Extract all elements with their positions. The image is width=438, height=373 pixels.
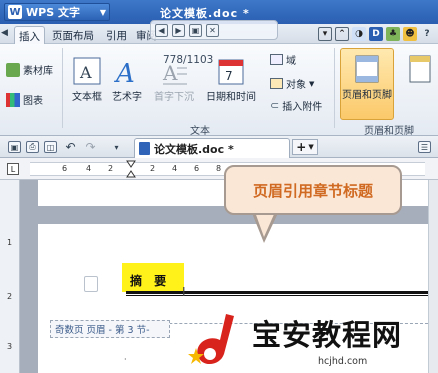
app-name: WPS 文字 — [26, 6, 80, 19]
page-icon — [409, 55, 431, 83]
new-tab-button[interactable]: + ▼ — [292, 139, 318, 155]
object-icon — [270, 78, 283, 89]
ruler-number: 6 — [194, 164, 200, 173]
preview-icon[interactable]: ◫ — [44, 141, 57, 153]
plant-icon[interactable]: ♣ — [386, 27, 400, 41]
ruler-number: 6 — [62, 164, 68, 173]
help-icon[interactable]: ? — [420, 27, 434, 41]
forward-icon[interactable]: ▶ — [172, 23, 185, 37]
art-text-button[interactable]: A 艺术字 — [112, 56, 142, 103]
app-menu-button[interactable]: W WPS 文字 ▼ — [4, 3, 110, 21]
floating-quick-toolbar: ◀ ▶ ▣ ✕ — [150, 20, 278, 40]
text-box-button[interactable]: A 文本框 — [72, 56, 102, 103]
vertical-ruler: 1 2 3 — [0, 180, 20, 373]
header-section-tag: 奇数页 页眉 - 第 3 节- — [50, 320, 170, 338]
d-icon[interactable]: D — [369, 27, 383, 41]
attachment-icon: ⊂ — [270, 99, 280, 112]
chart-button[interactable]: 图表 — [6, 92, 43, 107]
shape-icon[interactable]: ◑ — [352, 27, 366, 41]
group-label-header-footer: 页眉和页脚 — [364, 126, 414, 137]
back-icon[interactable]: ◀ — [155, 23, 168, 37]
chart-icon — [6, 92, 20, 107]
chevron-down-icon: ▼ — [99, 7, 106, 17]
save-icon[interactable]: ▣ — [189, 23, 202, 37]
document-icon — [139, 142, 150, 155]
watermark-logo-icon — [188, 314, 234, 365]
right-toolbar: ▾ ⌃ ◑ D ♣ ☻ ? — [318, 27, 434, 41]
tab-stop-selector[interactable]: L — [7, 163, 19, 175]
annotation-callout: 页眉引用章节标题 — [224, 165, 402, 215]
user-icon[interactable]: ☻ — [403, 27, 417, 41]
material-library-icon — [6, 62, 20, 77]
ribbon-separator — [62, 48, 63, 128]
undo-icon[interactable]: ↶ — [64, 140, 77, 154]
text-cursor-icon: I — [182, 285, 186, 299]
next-group-button[interactable] — [404, 54, 434, 84]
watermark-url: hcjhd.com — [318, 356, 368, 367]
header-footer-content: 页眉和页脚 — [340, 54, 394, 101]
window-title: 论文模板.doc * — [160, 7, 250, 20]
ruler-number: 4 — [172, 164, 178, 173]
field-icon — [270, 54, 283, 65]
insert-attachment-button[interactable]: ⊂ 插入附件 — [270, 98, 322, 113]
paragraph-dot: · — [124, 355, 127, 364]
ruler-number: 2 — [108, 164, 114, 173]
page-marker-icon — [84, 276, 98, 292]
field-button[interactable]: 域 — [270, 52, 296, 67]
ribbon-separator — [334, 48, 335, 128]
close-icon[interactable]: ✕ — [206, 23, 219, 37]
vertical-scrollbar[interactable] — [428, 180, 438, 373]
document-tab-label: 论文模板.doc * — [154, 142, 234, 156]
callout-tail-inner — [255, 212, 275, 237]
object-button[interactable]: 对象 ▼ — [270, 76, 314, 91]
chevron-down-icon: ▼ — [309, 79, 315, 88]
redo-icon[interactable]: ↷ — [84, 140, 97, 154]
header-rule-thin — [126, 295, 428, 296]
up-arrow-icon[interactable]: ⌃ — [335, 27, 349, 41]
quick-access-dropdown-icon[interactable]: ▾ — [110, 141, 123, 153]
vruler-number: 1 — [7, 238, 13, 247]
wps-logo-icon: W — [8, 5, 22, 19]
datetime-button[interactable]: 7 日期和时间 — [206, 56, 256, 103]
calendar-icon: 7 — [218, 59, 244, 85]
ruler-number: 2 — [150, 164, 156, 173]
chevron-down-icon: ▼ — [308, 143, 314, 151]
ruler-number: 8 — [216, 164, 222, 173]
header-footer-icon — [355, 55, 379, 83]
vruler-number: 2 — [7, 292, 13, 301]
material-library-button[interactable]: 素材库 — [6, 62, 53, 77]
ribbon-insert: 素材库 图表 A 文本框 A 艺术字 A 首字下沉 778/1103 7 日期和… — [0, 44, 438, 137]
svg-text:A: A — [114, 59, 135, 86]
ruler-number: 4 — [86, 164, 92, 173]
group-label-text: 文本 — [190, 126, 210, 137]
svg-text:A: A — [79, 63, 92, 82]
save-icon[interactable]: ▣ — [8, 141, 21, 153]
tab-reference[interactable]: 引用 — [102, 26, 131, 44]
vruler-number: 3 — [7, 342, 13, 351]
watermark-name: 宝安教程网 — [252, 318, 403, 352]
panel-icon[interactable]: ☰ — [418, 141, 431, 153]
document-tab-bar: ▣ ⎙ ◫ ↶ ↷ ▾ 论文模板.doc * + ▼ ☰ — [0, 136, 438, 158]
header-text[interactable]: 摘 要 — [130, 272, 170, 289]
art-text-icon: A — [114, 59, 135, 86]
text-box-icon: A — [73, 57, 101, 85]
indent-marker[interactable] — [126, 160, 136, 178]
header-rule — [126, 291, 428, 294]
tab-page-layout[interactable]: 页面布局 — [48, 26, 98, 44]
document-tab[interactable]: 论文模板.doc * — [134, 138, 290, 158]
scroll-left-icon[interactable]: ◀ — [1, 28, 8, 38]
svg-text:7: 7 — [225, 69, 233, 83]
tab-insert[interactable]: 插入 — [14, 26, 45, 44]
dropdown-icon[interactable]: ▾ — [318, 27, 332, 41]
print-icon[interactable]: ⎙ — [26, 141, 39, 153]
